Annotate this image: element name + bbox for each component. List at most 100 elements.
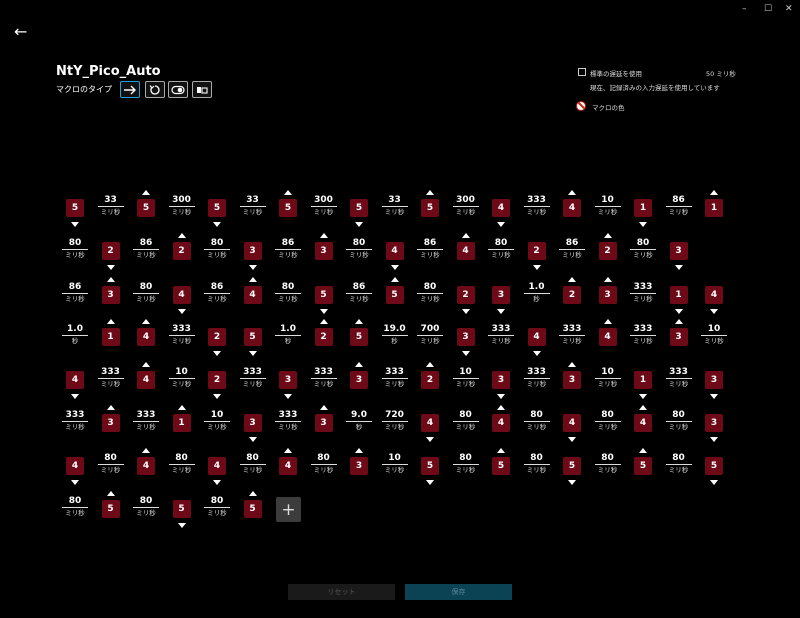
key-step[interactable]: 3 — [705, 414, 723, 442]
delay-step[interactable]: 300 ミリ秒 — [449, 195, 483, 216]
delay-step[interactable]: 19.0 秒 — [378, 324, 412, 345]
key-step[interactable]: 4 — [137, 362, 155, 389]
key-step[interactable]: 3 — [492, 286, 510, 314]
delay-step[interactable]: 80 ミリ秒 — [94, 453, 128, 474]
delay-step[interactable]: 333 ミリ秒 — [58, 410, 92, 431]
key-step[interactable]: 1 — [172, 405, 191, 432]
delay-step[interactable]: 80 ミリ秒 — [129, 282, 163, 303]
key-step[interactable]: 1 — [634, 371, 652, 399]
delay-step[interactable]: 80 ミリ秒 — [58, 238, 92, 259]
delay-step[interactable]: 33 ミリ秒 — [236, 195, 270, 216]
key-step[interactable]: 3 — [705, 371, 723, 399]
maximize-button[interactable]: ☐ — [764, 4, 772, 14]
key-step[interactable]: 3 — [492, 371, 510, 399]
delay-step[interactable]: 86 ミリ秒 — [662, 195, 696, 216]
delay-step[interactable]: 80 ミリ秒 — [58, 496, 92, 517]
delay-step[interactable]: 86 ミリ秒 — [413, 238, 447, 259]
key-step[interactable]: 3 — [314, 233, 333, 260]
delay-step[interactable]: 300 ミリ秒 — [165, 195, 199, 216]
delay-step[interactable]: 80 ミリ秒 — [271, 282, 305, 303]
key-step[interactable]: 1 — [101, 319, 120, 346]
key-step[interactable]: 2 — [208, 371, 226, 399]
delay-step[interactable]: 10 ミリ秒 — [378, 453, 412, 474]
key-step[interactable]: 4 — [492, 405, 510, 432]
key-step[interactable]: 3 — [563, 362, 581, 389]
key-step[interactable]: 3 — [350, 362, 368, 389]
key-step[interactable]: 4 — [137, 319, 155, 346]
key-step[interactable]: 5 — [243, 328, 262, 356]
key-step[interactable]: 2 — [421, 362, 439, 389]
delay-step[interactable]: 10 ミリ秒 — [449, 367, 483, 388]
delay-step[interactable]: 333 ミリ秒 — [236, 367, 270, 388]
key-step[interactable]: 4 — [66, 371, 84, 399]
delay-step[interactable]: 86 ミリ秒 — [200, 282, 234, 303]
delay-step[interactable]: 333 ミリ秒 — [271, 410, 305, 431]
key-step[interactable]: 4 — [208, 457, 226, 485]
key-step[interactable]: 5 — [172, 500, 191, 528]
key-step[interactable]: 4 — [527, 328, 546, 356]
key-step[interactable]: 5 — [492, 448, 510, 475]
key-step[interactable]: 2 — [598, 233, 617, 260]
key-step[interactable]: 3 — [598, 277, 617, 304]
delay-step[interactable]: 720 ミリ秒 — [378, 410, 412, 431]
key-step[interactable]: 1 — [669, 286, 688, 314]
delay-step[interactable]: 80 ミリ秒 — [200, 238, 234, 259]
key-step[interactable]: 5 — [634, 448, 652, 475]
key-step[interactable]: 5 — [137, 190, 155, 217]
key-step[interactable]: 2 — [527, 242, 546, 270]
reset-button[interactable]: リセット — [288, 584, 395, 600]
key-step[interactable]: 2 — [101, 242, 120, 270]
key-step[interactable]: 4 — [279, 448, 297, 475]
delay-step[interactable]: 1.0 秒 — [271, 324, 305, 345]
key-step[interactable]: 4 — [598, 319, 617, 346]
key-step[interactable]: 2 — [563, 277, 581, 304]
macro-color-swatch-icon[interactable] — [576, 101, 586, 111]
delay-step[interactable]: 80 ミリ秒 — [165, 453, 199, 474]
delay-step[interactable]: 333 ミリ秒 — [662, 367, 696, 388]
key-step[interactable]: 4 — [172, 286, 191, 314]
delay-step[interactable]: 80 ミリ秒 — [449, 453, 483, 474]
key-step[interactable]: 4 — [66, 457, 84, 485]
key-step[interactable]: 5 — [385, 277, 404, 304]
delay-step[interactable]: 333 ミリ秒 — [555, 324, 589, 345]
delay-step[interactable]: 333 ミリ秒 — [520, 195, 554, 216]
key-step[interactable]: 5 — [101, 491, 120, 518]
delay-step[interactable]: 10 ミリ秒 — [591, 195, 625, 216]
key-step[interactable]: 3 — [243, 414, 262, 442]
key-step[interactable]: 5 — [705, 457, 723, 485]
key-step[interactable]: 4 — [705, 286, 723, 314]
delay-step[interactable]: 80 ミリ秒 — [342, 238, 376, 259]
delay-step[interactable]: 1.0 秒 — [520, 282, 554, 303]
delay-step[interactable]: 333 ミリ秒 — [94, 367, 128, 388]
delay-step[interactable]: 80 ミリ秒 — [591, 453, 625, 474]
key-step[interactable]: 1 — [634, 199, 652, 227]
key-step[interactable]: 4 — [563, 414, 581, 442]
delay-step[interactable]: 333 ミリ秒 — [520, 367, 554, 388]
delay-step[interactable]: 10 ミリ秒 — [200, 410, 234, 431]
standard-delay-checkbox[interactable] — [578, 68, 586, 76]
macro-type-toggle-button[interactable] — [168, 81, 188, 98]
key-step[interactable]: 5 — [243, 491, 262, 518]
macro-type-repeat-button[interactable] — [145, 81, 165, 98]
delay-step[interactable]: 86 ミリ秒 — [555, 238, 589, 259]
delay-step[interactable]: 80 ミリ秒 — [200, 496, 234, 517]
key-step[interactable]: 5 — [563, 457, 581, 485]
delay-step[interactable]: 333 ミリ秒 — [484, 324, 518, 345]
key-step[interactable]: 3 — [669, 319, 688, 346]
delay-step[interactable]: 86 ミリ秒 — [58, 282, 92, 303]
delay-step[interactable]: 10 ミリ秒 — [165, 367, 199, 388]
delay-step[interactable]: 333 ミリ秒 — [129, 410, 163, 431]
delay-step[interactable]: 80 ミリ秒 — [520, 410, 554, 431]
delay-step[interactable]: 86 ミリ秒 — [342, 282, 376, 303]
key-step[interactable]: 3 — [101, 277, 120, 304]
key-step[interactable]: 3 — [456, 328, 475, 356]
delay-step[interactable]: 333 ミリ秒 — [307, 367, 341, 388]
key-step[interactable]: 2 — [208, 328, 226, 356]
back-arrow-icon[interactable]: ← — [14, 22, 27, 41]
key-step[interactable]: 4 — [137, 448, 155, 475]
key-step[interactable]: 4 — [563, 190, 581, 217]
key-step[interactable]: 4 — [634, 405, 652, 432]
key-step[interactable]: 5 — [208, 199, 226, 227]
key-step[interactable]: 4 — [492, 199, 510, 227]
key-step[interactable]: 4 — [385, 242, 404, 270]
